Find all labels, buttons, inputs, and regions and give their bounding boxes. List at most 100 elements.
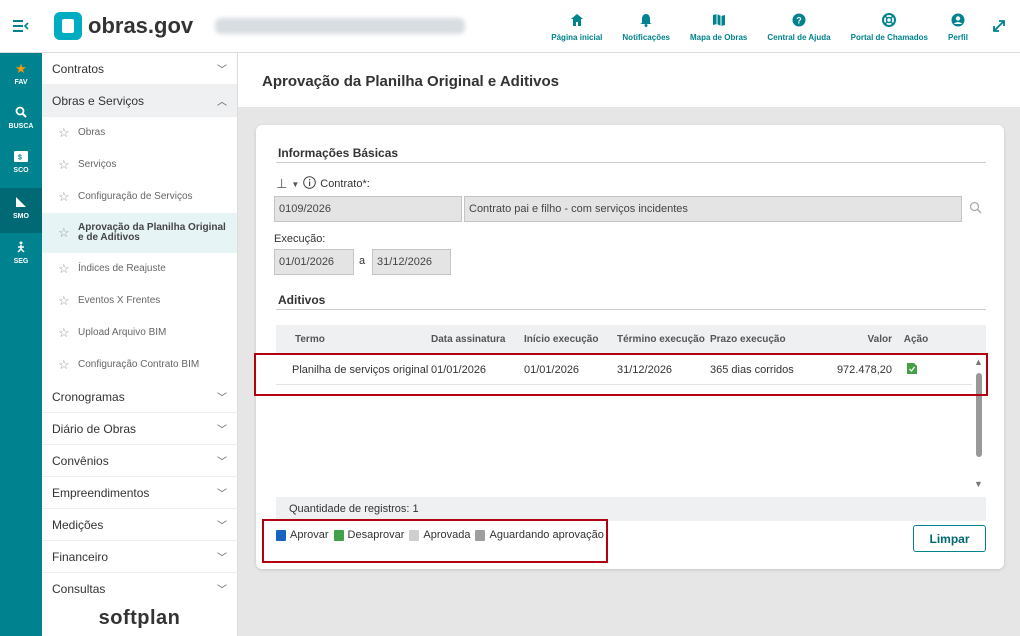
module-rail: ★ FAV BUSCA $ SCO SMO SEG — [0, 53, 42, 636]
highlight-legend — [262, 519, 608, 563]
softplan-brand: softplan — [42, 601, 238, 636]
menu-collapse-icon[interactable] — [0, 0, 42, 53]
nav-map[interactable]: Mapa de Obras — [680, 11, 757, 42]
sidebar-group-empreendimentos[interactable]: Empreendimentos ﹀ — [42, 477, 237, 509]
chevron-down-icon: ﹀ — [217, 65, 227, 76]
sidebar-item-obras[interactable]: ☆ Obras — [42, 117, 237, 149]
star-outline-icon[interactable]: ☆ — [58, 157, 78, 173]
section-title-basic: Informações Básicas — [278, 146, 399, 160]
logo-mark-icon — [54, 12, 82, 40]
smo-icon — [15, 196, 27, 211]
map-icon — [710, 11, 728, 29]
col-acao: Ação — [903, 333, 929, 345]
rail-smo[interactable]: SMO — [0, 188, 42, 233]
chevron-down-icon: ﹀ — [217, 425, 227, 436]
info-icon[interactable] — [303, 176, 317, 192]
chevron-down-icon: ﹀ — [217, 457, 227, 468]
sidebar-item-servicos[interactable]: ☆ Serviços — [42, 149, 237, 181]
contract-description-field[interactable]: Contrato pai e filho - com serviços inci… — [464, 196, 962, 222]
header-nav: Página inicial Notificações Mapa de Obra… — [541, 11, 978, 42]
sidebar: Contratos ﹀ Obras e Serviços ︿ ☆ Obras ☆ S… — [42, 53, 238, 601]
environment-label-blurred — [215, 18, 466, 34]
search-icon — [15, 106, 27, 121]
sidebar-group-convenios[interactable]: Convênios ﹀ — [42, 445, 237, 477]
home-icon — [568, 11, 586, 29]
content-card: Informações Básicas ⊥ ▼ Contrato*: 0109/… — [256, 125, 1004, 569]
sidebar-item-eventos-frentes[interactable]: ☆ Eventos X Frentes — [42, 285, 237, 317]
col-inicio-execucao[interactable]: Início execução — [524, 334, 617, 345]
sidebar-group-consultas[interactable]: Consultas ﹀ — [42, 573, 237, 601]
caret-down-icon[interactable]: ▼ — [291, 180, 299, 189]
col-prazo-execucao[interactable]: Prazo execução — [710, 334, 810, 345]
sidebar-item-config-contrato-bim[interactable]: ☆ Configuração Contrato BIM — [42, 349, 237, 381]
star-outline-icon[interactable]: ☆ — [58, 357, 78, 373]
page-title: Aprovação da Planilha Original e Aditivo… — [262, 73, 560, 90]
lifebuoy-icon — [880, 11, 898, 29]
sidebar-item-upload-bim[interactable]: ☆ Upload Arquivo BIM — [42, 317, 237, 349]
svg-text:$: $ — [18, 155, 22, 162]
nav-notifications[interactable]: Notificações — [612, 11, 680, 42]
search-icon[interactable] — [969, 201, 982, 217]
divider — [276, 309, 986, 310]
chevron-down-icon: ﹀ — [217, 585, 227, 596]
star-outline-icon[interactable]: ☆ — [58, 293, 78, 309]
star-outline-icon[interactable]: ☆ — [58, 189, 78, 205]
app-logo[interactable]: obras.gov — [54, 12, 193, 40]
page-header: Aprovação da Planilha Original e Aditivo… — [238, 53, 1020, 107]
col-data-assinatura[interactable]: Data assinatura — [431, 334, 524, 345]
execution-end-field[interactable]: 31/12/2026 — [372, 249, 451, 275]
chevron-up-icon: ︿ — [217, 97, 227, 108]
nav-tickets[interactable]: Portal de Chamados — [841, 11, 938, 42]
col-valor[interactable]: Valor — [810, 334, 892, 345]
sidebar-group-cronogramas[interactable]: Cronogramas ﹀ — [42, 381, 237, 413]
scroll-down-icon[interactable]: ▼ — [974, 479, 983, 489]
section-title-aditivos: Aditivos — [278, 293, 326, 307]
star-outline-icon[interactable]: ☆ — [58, 261, 78, 277]
sidebar-item-configuracao-servicos[interactable]: ☆ Configuração de Serviços — [42, 181, 237, 213]
sidebar-group-medicoes[interactable]: Medições ﹀ — [42, 509, 237, 541]
contract-label-row: ⊥ ▼ Contrato*: — [276, 176, 370, 192]
bell-icon — [637, 11, 655, 29]
sidebar-group-financeiro[interactable]: Financeiro ﹀ — [42, 541, 237, 573]
chevron-down-icon: ﹀ — [217, 393, 227, 404]
logo-text: obras.gov — [88, 13, 194, 38]
nav-help[interactable]: ? Central de Ajuda — [757, 11, 840, 42]
contract-label: Contrato*: — [320, 178, 370, 190]
sidebar-item-aprovacao-planilha[interactable]: ☆ Aprovação da Planilha Original e de Adi… — [42, 213, 237, 253]
nav-profile[interactable]: Perfil — [938, 11, 978, 42]
execution-label: Execução: — [274, 233, 326, 245]
sidebar-group-obras-servicos[interactable]: Obras e Serviços ︿ — [42, 85, 237, 117]
col-termo[interactable]: Termo — [276, 334, 431, 345]
divider — [276, 162, 986, 163]
contract-number-field[interactable]: 0109/2026 — [274, 196, 462, 222]
rail-busca[interactable]: BUSCA — [0, 98, 42, 143]
chevron-down-icon: ﹀ — [217, 521, 227, 532]
nav-home[interactable]: Página inicial — [541, 11, 612, 42]
sidebar-item-indices-reajuste[interactable]: ☆ Índices de Reajuste — [42, 253, 237, 285]
sidebar-group-diario[interactable]: Diário de Obras ﹀ — [42, 413, 237, 445]
execution-start-field[interactable]: 01/01/2026 — [274, 249, 354, 275]
highlight-table-row — [254, 353, 988, 396]
expand-icon[interactable] — [978, 19, 1020, 33]
rail-seg[interactable]: SEG — [0, 233, 42, 278]
star-icon: ★ — [15, 61, 27, 76]
sco-icon: $ — [14, 151, 28, 165]
chevron-down-icon: ﹀ — [217, 489, 227, 500]
clear-button[interactable]: Limpar — [913, 525, 986, 552]
star-outline-icon[interactable]: ☆ — [58, 125, 78, 141]
record-count: Quantidade de registros: 1 — [276, 497, 986, 521]
seg-icon — [15, 241, 27, 256]
rail-fav[interactable]: ★ FAV — [0, 53, 42, 98]
star-outline-icon[interactable]: ☆ — [58, 225, 78, 241]
rail-sco[interactable]: $ SCO — [0, 143, 42, 188]
help-icon: ? — [790, 11, 808, 29]
sidebar-group-contratos[interactable]: Contratos ﹀ — [42, 53, 237, 85]
svg-text:?: ? — [796, 15, 802, 25]
pin-icon[interactable]: ⊥ — [276, 176, 287, 192]
execution-separator: a — [359, 255, 366, 267]
col-termino-execucao[interactable]: Término execução — [617, 334, 710, 345]
star-outline-icon[interactable]: ☆ — [58, 325, 78, 341]
user-icon — [949, 11, 967, 29]
top-bar: obras.gov Página inicial Notificações Ma… — [0, 0, 1020, 53]
chevron-down-icon: ﹀ — [217, 553, 227, 564]
